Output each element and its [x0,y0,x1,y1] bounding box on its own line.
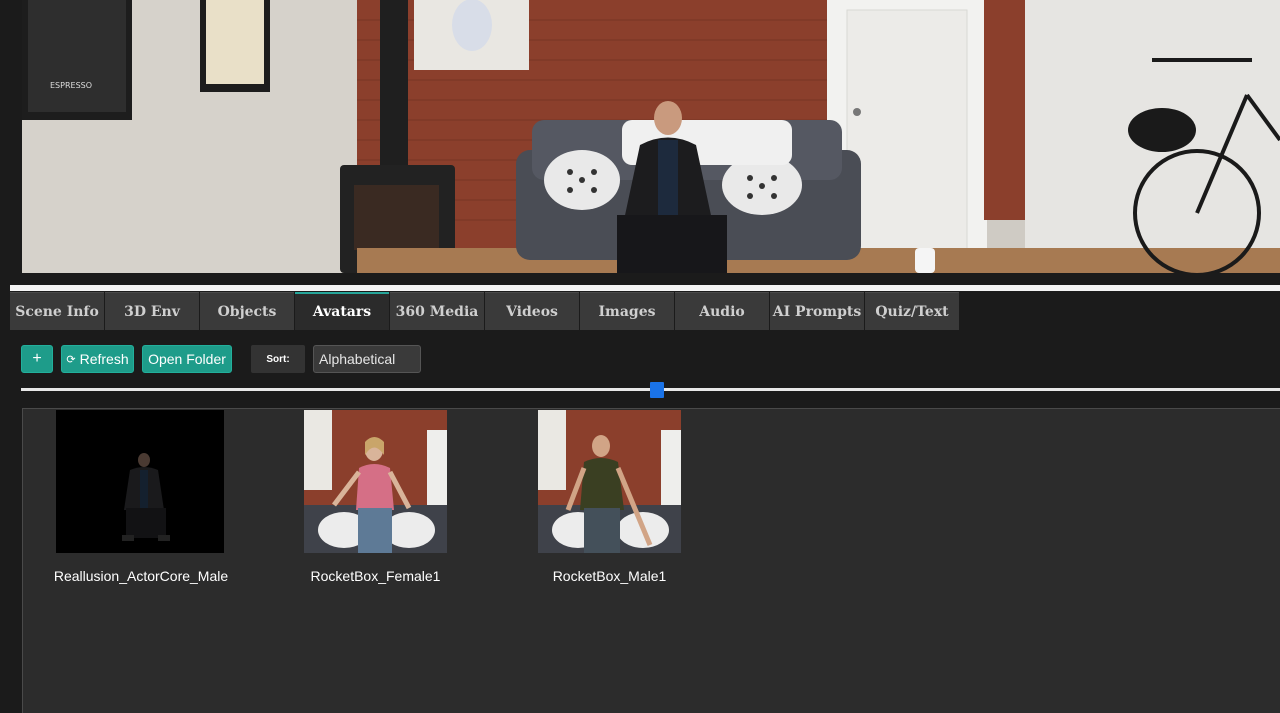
avatar-card[interactable]: Reallusion_ActorCore_Male [23,409,263,589]
avatar-name: Reallusion_ActorCore_Male [53,568,229,584]
tab-360-media[interactable]: 360 Media [390,292,484,330]
avatar-thumbnail[interactable] [56,410,224,553]
tab-images[interactable]: Images [580,292,674,330]
tab-objects[interactable]: Objects [200,292,294,330]
avatar-thumbnail[interactable] [304,410,447,553]
add-button-label: + [32,350,42,367]
avatar-card[interactable]: RocketBox_Male1 [528,409,688,589]
tab-videos[interactable]: Videos [485,292,579,330]
tab-bar: Scene Info 3D Env Objects Avatars 360 Me… [10,292,960,330]
tab-scene-info[interactable]: Scene Info [10,292,104,330]
open-folder-button[interactable]: Open Folder [142,345,232,373]
avatar-name: RocketBox_Male1 [552,568,667,584]
tab-audio[interactable]: Audio [675,292,769,330]
avatar-thumbnail[interactable] [538,410,681,553]
add-button[interactable]: + [21,345,53,373]
tab-avatars[interactable]: Avatars [295,292,389,330]
poster-text: ESPRESSO [50,81,92,90]
tab-3d-env[interactable]: 3D Env [105,292,199,330]
tab-ai-prompts[interactable]: AI Prompts [770,292,864,330]
sort-select[interactable]: Alphabetical [313,345,421,373]
refresh-button[interactable]: ⟳ Refresh [61,345,134,373]
sort-select-value: Alphabetical [319,351,396,367]
open-folder-label: Open Folder [148,351,226,367]
scene-preview[interactable]: ESPRESSO [22,0,1280,273]
refresh-icon: ⟳ [66,353,76,366]
thumbnail-size-slider-thumb[interactable] [650,382,664,398]
avatar-name: RocketBox_Female1 [310,568,441,584]
divider-bar [10,285,1280,291]
avatar-card[interactable]: RocketBox_Female1 [293,409,453,589]
tab-quiz-text[interactable]: Quiz/Text [865,292,959,330]
avatar-grid-panel: Reallusion_ActorCore_Male RocketBox_Fema… [22,408,1280,713]
sort-label: Sort: [251,345,305,373]
refresh-button-label: Refresh [79,351,129,367]
avatar-toolbar: + ⟳ Refresh Open Folder Sort: Alphabetic… [21,345,421,373]
